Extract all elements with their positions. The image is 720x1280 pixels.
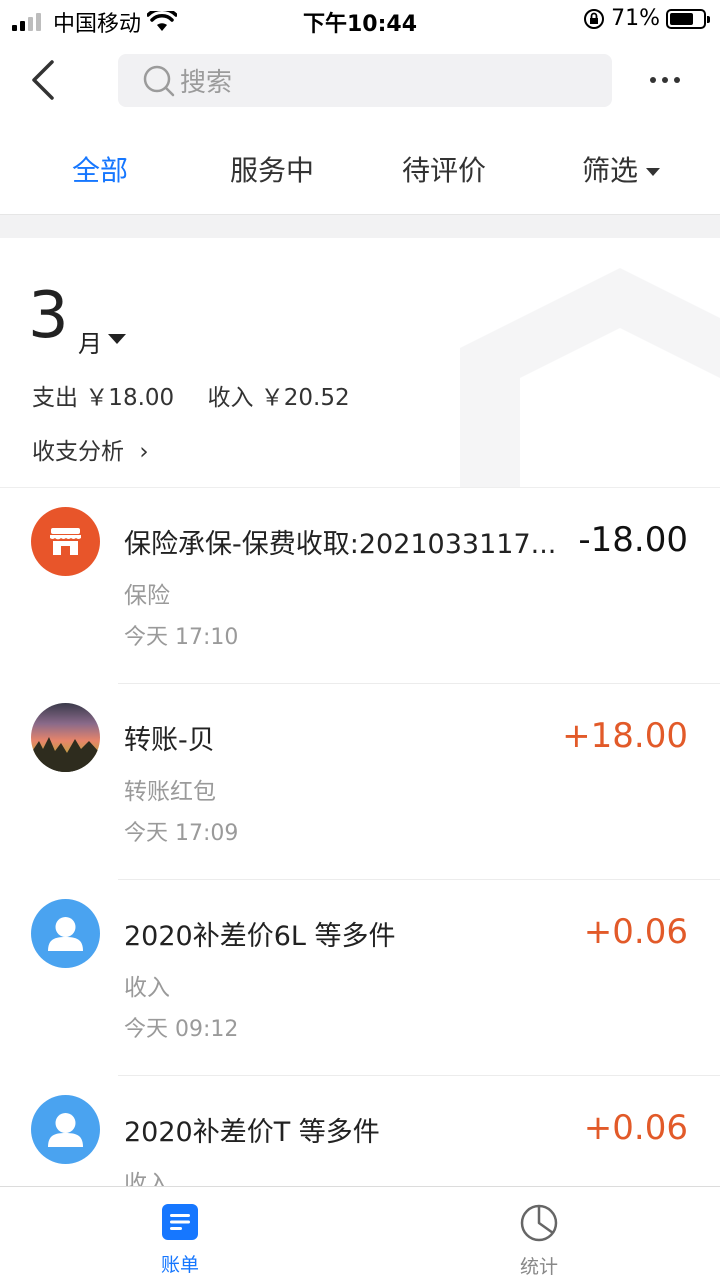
transaction-category: 转账红包 bbox=[124, 779, 216, 805]
transaction-item[interactable]: 转账-贝 转账红包 今天 17:09 +18.00 bbox=[0, 684, 720, 880]
transaction-time: 今天 17:09 bbox=[124, 821, 239, 846]
more-icon[interactable] bbox=[650, 70, 690, 90]
transaction-item[interactable]: 2020补差价T 等多件 收入 +0.06 bbox=[0, 1076, 720, 1186]
transaction-title: 转账-贝 bbox=[124, 725, 215, 756]
month-unit[interactable]: 月 bbox=[78, 324, 102, 359]
dropdown-icon bbox=[646, 168, 661, 176]
transaction-amount: +0.06 bbox=[583, 912, 688, 952]
filter-tabs: 全部 服务中 待评价 筛选 bbox=[0, 135, 720, 205]
filter-label: 筛选 bbox=[582, 154, 639, 187]
transaction-list: 保险承保-保费收取:2021033117... 保险 今天 17:10 -18.… bbox=[0, 488, 720, 1186]
transaction-time: 今天 09:12 bbox=[124, 1017, 239, 1042]
transaction-amount: +0.06 bbox=[583, 1108, 688, 1148]
back-icon[interactable] bbox=[26, 58, 66, 102]
bottom-nav: 账单 统计 bbox=[0, 1186, 720, 1280]
transaction-time: 今天 17:10 bbox=[124, 625, 239, 650]
analysis-link[interactable]: 收支分析 › bbox=[32, 432, 149, 466]
nav-bill-label: 账单 bbox=[160, 1254, 199, 1276]
bill-icon bbox=[162, 1204, 198, 1240]
nav-bill[interactable]: 账单 bbox=[120, 1203, 240, 1277]
transaction-amount: -18.00 bbox=[578, 520, 688, 560]
income-total: 收入 ￥20.52 bbox=[207, 385, 350, 411]
analysis-label: 收支分析 bbox=[32, 439, 124, 465]
transaction-title: 保险承保-保费收取:2021033117... bbox=[124, 529, 557, 560]
tab-all[interactable]: 全部 bbox=[72, 149, 128, 189]
search-icon bbox=[143, 65, 175, 96]
tab-to-review[interactable]: 待评价 bbox=[402, 149, 486, 189]
chevron-right-icon: › bbox=[139, 439, 149, 465]
tab-filter[interactable]: 筛选 bbox=[582, 149, 661, 189]
transaction-category: 收入 bbox=[124, 1171, 170, 1186]
battery-percent: 71% bbox=[611, 6, 660, 31]
store-icon bbox=[31, 507, 100, 576]
transaction-category: 保险 bbox=[124, 583, 170, 609]
decorative-hexagon bbox=[460, 268, 720, 487]
person-icon bbox=[31, 1095, 100, 1164]
top-bar: 搜索 bbox=[0, 50, 720, 112]
pie-chart-icon bbox=[520, 1204, 558, 1242]
tab-in-service[interactable]: 服务中 bbox=[230, 149, 314, 189]
month-totals: 支出 ￥18.00 收入 ￥20.52 bbox=[32, 378, 376, 412]
transaction-amount: +18.00 bbox=[562, 716, 688, 756]
search-input[interactable]: 搜索 bbox=[118, 54, 612, 107]
divider bbox=[0, 214, 720, 238]
transaction-category: 收入 bbox=[124, 975, 170, 1001]
person-icon bbox=[31, 899, 100, 968]
transaction-item[interactable]: 保险承保-保费收取:2021033117... 保险 今天 17:10 -18.… bbox=[0, 488, 720, 684]
transaction-title: 2020补差价6L 等多件 bbox=[124, 921, 396, 952]
expense-total: 支出 ￥18.00 bbox=[32, 385, 175, 411]
rotation-lock-icon bbox=[584, 8, 605, 29]
user-photo bbox=[31, 703, 100, 772]
nav-stats[interactable]: 统计 bbox=[479, 1203, 599, 1279]
status-bar: 中国移动 下午10:44 71% bbox=[0, 0, 720, 40]
month-dropdown-icon[interactable] bbox=[108, 334, 126, 344]
month-number[interactable]: 3 bbox=[28, 284, 69, 348]
nav-stats-label: 统计 bbox=[519, 1256, 558, 1278]
battery-icon bbox=[666, 8, 710, 29]
transaction-item[interactable]: 2020补差价6L 等多件 收入 今天 09:12 +0.06 bbox=[0, 880, 720, 1076]
month-summary: 3 月 支出 ￥18.00 收入 ￥20.52 收支分析 › bbox=[0, 238, 720, 488]
search-placeholder: 搜索 bbox=[180, 68, 233, 98]
transaction-title: 2020补差价T 等多件 bbox=[124, 1117, 380, 1148]
